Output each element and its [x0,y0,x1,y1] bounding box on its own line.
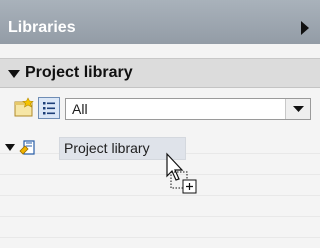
triangle-right-icon[interactable] [299,20,311,36]
library-toolbar: All [0,94,320,124]
library-book-icon [19,140,35,155]
section-title: Project library [25,64,133,81]
tree-item-project-library[interactable]: Project library [0,134,320,162]
tree-item-label: Project library [64,140,150,156]
project-library-section-header[interactable]: Project library [0,58,320,88]
list-view-button[interactable] [38,97,60,119]
panel-title: Libraries [8,19,76,36]
tree-row [0,218,320,238]
filter-value: All [72,101,88,117]
drag-copy-cursor-icon [166,152,197,194]
tree-row [0,176,320,196]
chevron-down-icon [293,106,304,112]
filter-dropdown[interactable]: All [65,98,311,120]
tree-row [0,197,320,217]
new-library-button[interactable] [13,97,35,119]
new-library-icon [14,97,34,117]
filter-dropdown-button[interactable] [285,99,310,119]
triangle-down-icon[interactable] [8,69,20,79]
triangle-down-icon[interactable] [5,144,15,152]
libraries-panel: Libraries Project library All Project li… [0,0,320,248]
library-tree: Project library [0,134,320,248]
libraries-titlebar[interactable]: Libraries [0,0,320,44]
list-view-icon [43,102,55,115]
